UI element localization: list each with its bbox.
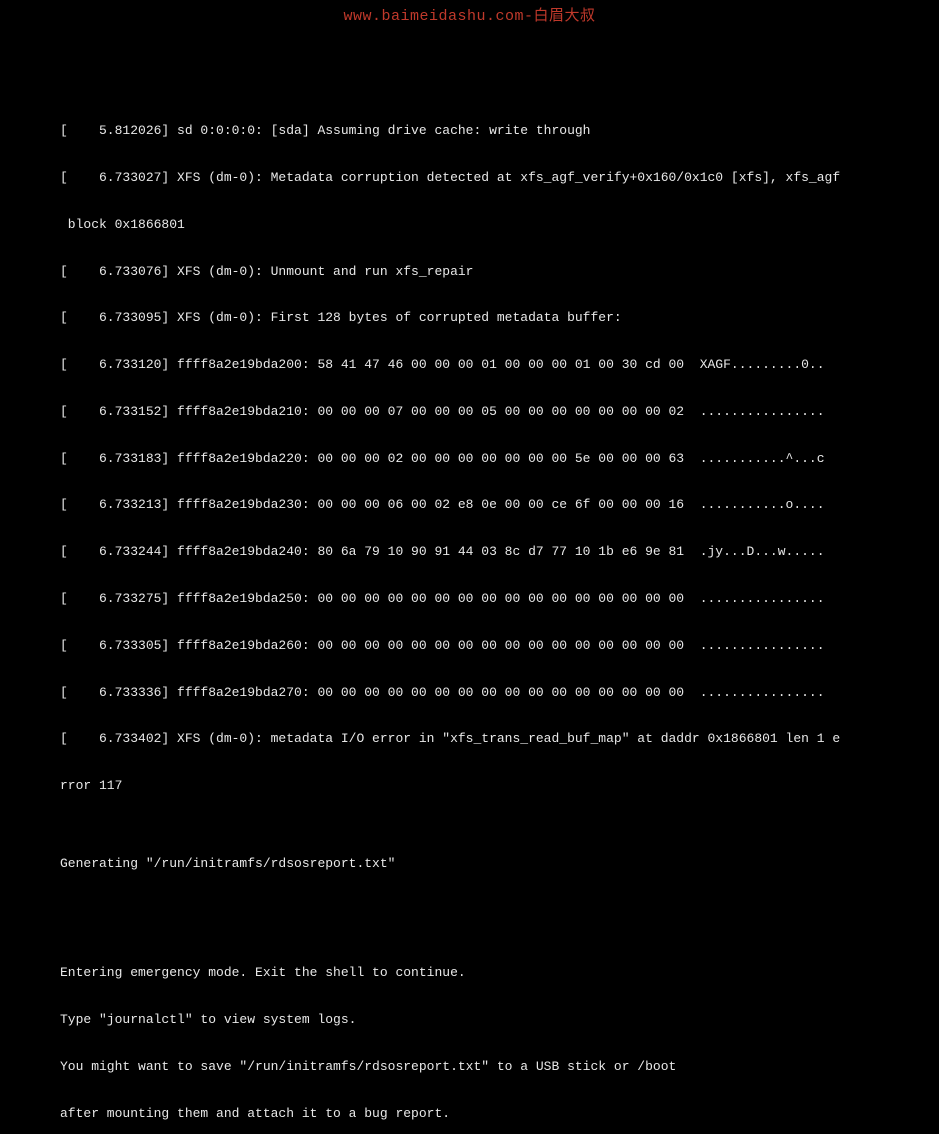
log-line: after mounting them and attach it to a b…: [60, 1106, 919, 1122]
log-line: [ 6.733244] ffff8a2e19bda240: 80 6a 79 1…: [60, 544, 919, 560]
log-line: Entering emergency mode. Exit the shell …: [60, 965, 919, 981]
log-line: [ 6.733095] XFS (dm-0): First 128 bytes …: [60, 310, 919, 326]
log-line: [ 6.733305] ffff8a2e19bda260: 00 00 00 0…: [60, 638, 919, 654]
log-line: [ 6.733076] XFS (dm-0): Unmount and run …: [60, 264, 919, 280]
log-line: block 0x1866801: [60, 217, 919, 233]
log-line: rror 117: [60, 778, 919, 794]
log-line: [ 6.733275] ffff8a2e19bda250: 00 00 00 0…: [60, 591, 919, 607]
log-line: [ 5.812026] sd 0:0:0:0: [sda] Assuming d…: [60, 123, 919, 139]
terminal-output[interactable]: [ 5.812026] sd 0:0:0:0: [sda] Assuming d…: [60, 92, 919, 1134]
log-line: [ 6.733402] XFS (dm-0): metadata I/O err…: [60, 731, 919, 747]
log-line: [ 6.733027] XFS (dm-0): Metadata corrupt…: [60, 170, 919, 186]
log-line: You might want to save "/run/initramfs/r…: [60, 1059, 919, 1075]
log-line: Type "journalctl" to view system logs.: [60, 1012, 919, 1028]
log-line: [ 6.733183] ffff8a2e19bda220: 00 00 00 0…: [60, 451, 919, 467]
log-line: [ 6.733336] ffff8a2e19bda270: 00 00 00 0…: [60, 685, 919, 701]
log-line: [ 6.733152] ffff8a2e19bda210: 00 00 00 0…: [60, 404, 919, 420]
log-line: [ 6.733213] ffff8a2e19bda230: 00 00 00 0…: [60, 497, 919, 513]
watermark-text: www.baimeidashu.com-白眉大叔: [0, 8, 939, 26]
log-line: [ 6.733120] ffff8a2e19bda200: 58 41 47 4…: [60, 357, 919, 373]
log-line: Generating "/run/initramfs/rdsosreport.t…: [60, 856, 919, 872]
